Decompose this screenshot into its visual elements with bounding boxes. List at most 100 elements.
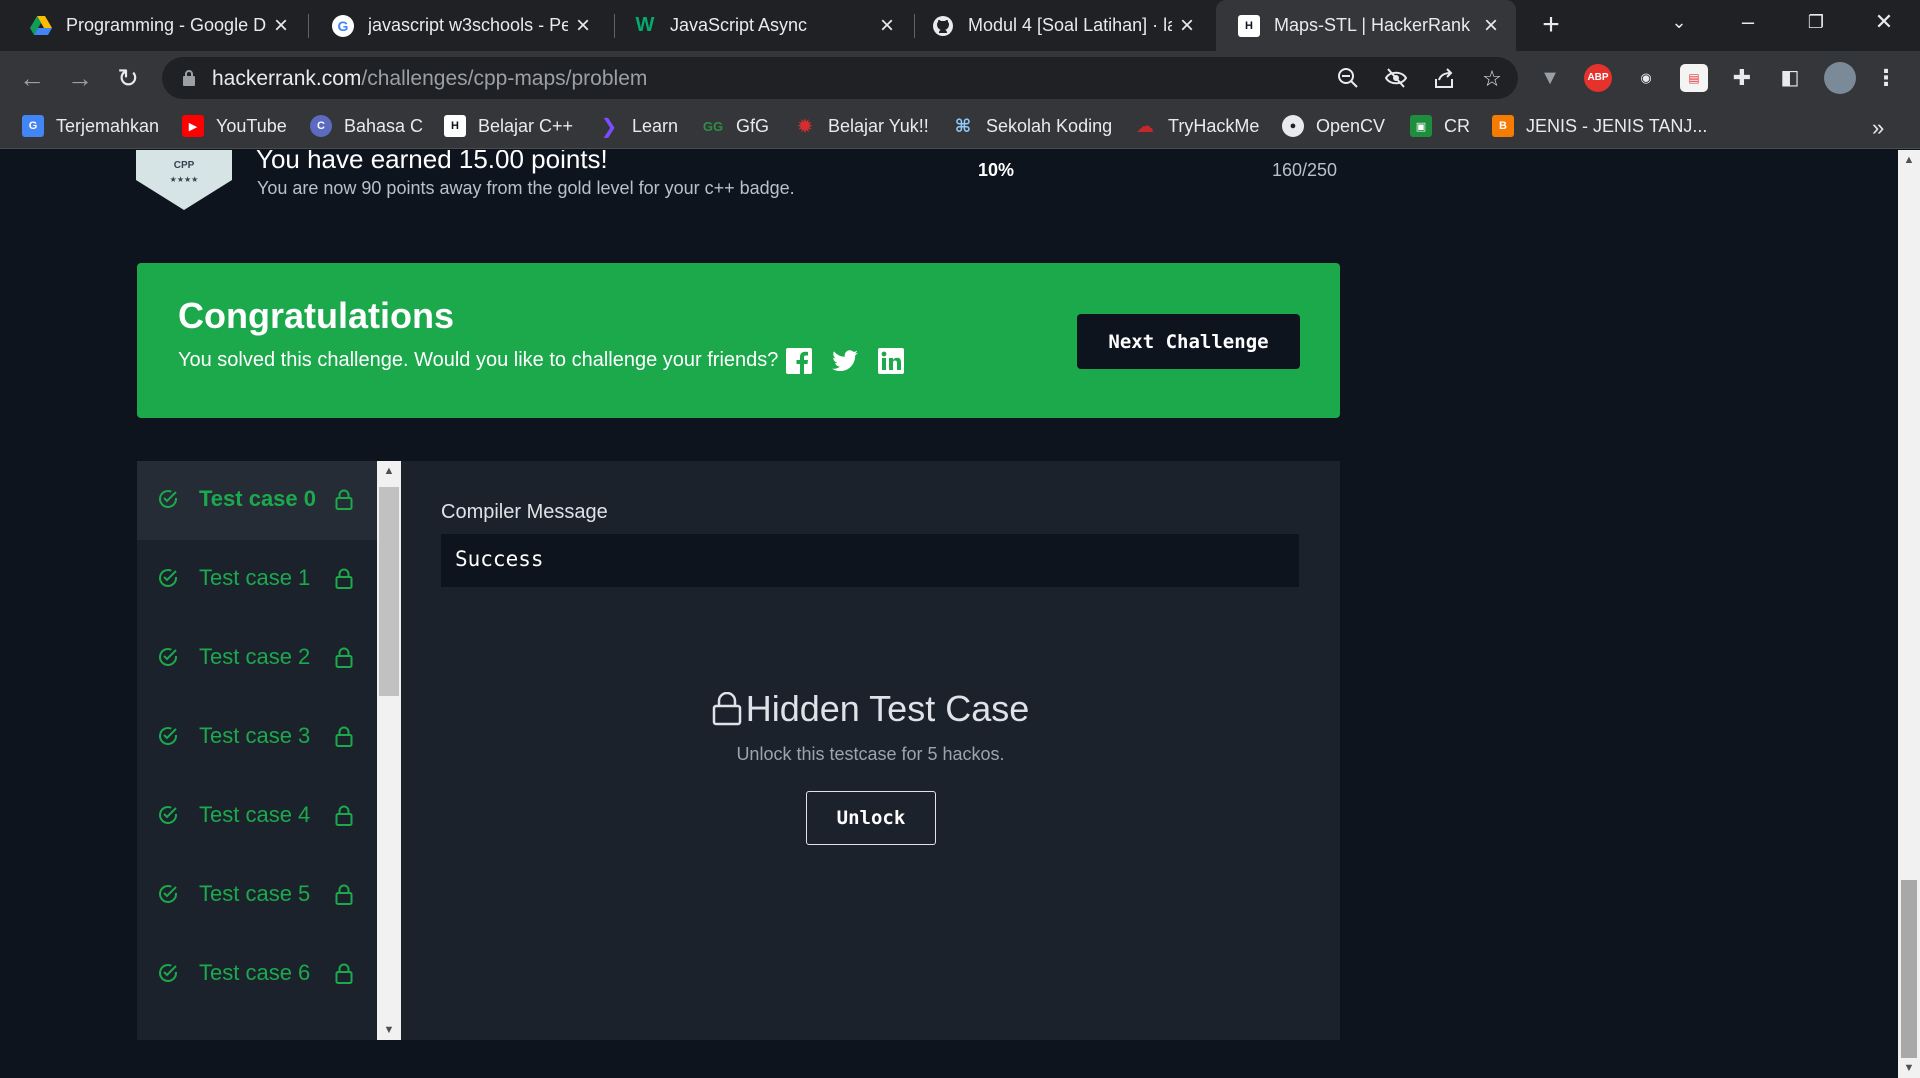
extensions-puzzle-icon[interactable]: ✚ xyxy=(1728,64,1756,92)
tab-title: Modul 4 [Soal Latihan] · latihan xyxy=(968,15,1172,35)
close-tab-icon[interactable]: × xyxy=(1476,13,1506,38)
unlock-description: Unlock this testcase for 5 hackos. xyxy=(736,744,1005,764)
test-case-item[interactable]: Test case 6 xyxy=(137,935,377,1014)
browser-menu-icon[interactable]: ⋮ xyxy=(1872,64,1900,92)
restore-button[interactable]: ❐ xyxy=(1788,0,1844,44)
scrollbar-thumb[interactable] xyxy=(379,487,399,696)
check-circle-icon xyxy=(157,804,179,831)
close-tab-icon[interactable]: × xyxy=(872,13,902,38)
next-challenge-button[interactable]: Next Challenge xyxy=(1077,314,1300,369)
test-case-item[interactable]: Test case 2 xyxy=(137,619,377,698)
test-case-scrollbar[interactable]: ▲ ▼ xyxy=(377,461,401,1040)
browser-tab[interactable]: W JavaScript Async × xyxy=(612,0,912,51)
profile-avatar[interactable] xyxy=(1824,62,1856,94)
share-icon[interactable] xyxy=(1432,67,1456,91)
browser-tab[interactable]: Programming - Google Drive × xyxy=(8,0,306,51)
notes-extension-icon[interactable]: ▤ xyxy=(1680,64,1708,92)
compiler-message-box: Success xyxy=(441,534,1299,587)
bookmark-item[interactable]: ▶ YouTube xyxy=(182,115,287,137)
lock-icon xyxy=(712,692,741,726)
close-tab-icon[interactable]: × xyxy=(1172,13,1202,38)
test-case-list: Test case 0 Test case 1 Test case 2 Test ca… xyxy=(137,461,377,1040)
extension-face-icon[interactable]: ◉ xyxy=(1632,64,1660,92)
points-earned-subtitle: You are now 90 points away from the gold… xyxy=(257,178,795,198)
minimize-button[interactable]: – xyxy=(1720,0,1776,44)
url-text[interactable]: hackerrank.com/challenges/cpp-maps/probl… xyxy=(212,67,647,91)
close-window-button[interactable]: ✕ xyxy=(1856,0,1912,44)
zoom-icon[interactable] xyxy=(1336,67,1360,91)
tracking-eye-icon[interactable] xyxy=(1384,67,1408,91)
badge-label: CPP xyxy=(174,160,195,171)
twitter-icon[interactable] xyxy=(831,347,859,375)
bookmark-item[interactable]: ❯ Learn xyxy=(598,115,678,138)
reload-button[interactable]: ↻ xyxy=(110,60,146,96)
points-earned-title: You have earned 15.00 points! xyxy=(256,150,608,174)
url-host: hackerrank.com xyxy=(212,67,362,90)
bookmark-item[interactable]: H Belajar C++ xyxy=(444,115,573,137)
tryhackme-icon: ☁ xyxy=(1136,115,1154,136)
bookmark-item[interactable]: B JENIS - JENIS TANJ... xyxy=(1492,115,1707,137)
test-case-item[interactable]: Test case 5 xyxy=(137,856,377,935)
check-circle-icon xyxy=(157,488,179,515)
address-bar[interactable]: hackerrank.com/challenges/cpp-maps/probl… xyxy=(162,57,1518,99)
close-tab-icon[interactable]: × xyxy=(568,13,598,38)
lock-icon xyxy=(335,963,353,990)
bookmark-item[interactable]: ▣ CR xyxy=(1410,115,1470,137)
facebook-icon[interactable] xyxy=(785,347,813,375)
vimium-icon[interactable]: ▼ xyxy=(1536,64,1564,92)
test-case-item[interactable]: Test case 1 xyxy=(137,540,377,619)
w3schools-icon: W xyxy=(635,14,655,36)
bookmark-item[interactable]: ✹ Belajar Yuk!! xyxy=(794,115,929,138)
google-icon: G xyxy=(332,14,354,37)
compiler-message-label: Compiler Message xyxy=(441,501,608,523)
bookmark-item[interactable]: C Bahasa C xyxy=(310,115,423,137)
hidden-test-case-text: Hidden Test Case xyxy=(745,688,1030,729)
linkedin-icon[interactable] xyxy=(877,347,905,375)
check-circle-icon xyxy=(157,962,179,989)
bookmark-item[interactable]: G Terjemahkan xyxy=(22,115,159,137)
blogger-icon: B xyxy=(1492,115,1514,137)
hackerrank-icon: H xyxy=(1238,14,1260,37)
unlock-button[interactable]: Unlock xyxy=(806,791,936,845)
learn-icon: ❯ xyxy=(600,115,618,138)
lock-icon xyxy=(335,647,353,674)
new-tab-button[interactable]: + xyxy=(1534,8,1568,42)
tab-title: Maps-STL | HackerRank xyxy=(1274,15,1471,35)
cpp-badge: CPP ★★★★ xyxy=(136,150,232,220)
bookmark-item[interactable]: ☁ TryHackMe xyxy=(1134,115,1259,137)
forward-button[interactable]: → xyxy=(62,60,98,96)
badge-progress-percent: 10% xyxy=(978,160,1015,180)
bookmark-label: TryHackMe xyxy=(1168,115,1260,136)
congratulations-title: Congratulations xyxy=(178,295,454,336)
check-circle-icon xyxy=(157,725,179,752)
close-tab-icon[interactable]: × xyxy=(266,13,296,38)
bookmark-item[interactable]: ⌘ Sekolah Koding xyxy=(952,115,1112,137)
browser-tab[interactable]: G javascript w3schools - Penelusuran Goo… xyxy=(310,0,608,51)
scroll-down-arrow-icon[interactable]: ▼ xyxy=(377,1024,401,1036)
test-case-label: Test case 2 xyxy=(199,644,311,669)
browser-tab[interactable]: Modul 4 [Soal Latihan] · latihan × xyxy=(910,0,1212,51)
scroll-up-arrow-icon[interactable]: ▲ xyxy=(377,465,401,477)
test-case-output-panel: Compiler Message Success Hidden Test Cas… xyxy=(401,461,1340,1040)
tab-search-button[interactable]: ⌄ xyxy=(1651,0,1707,44)
lock-icon xyxy=(335,805,353,832)
more-bookmarks-icon[interactable]: » xyxy=(1872,115,1884,141)
test-case-item[interactable]: Test case 3 xyxy=(137,698,377,777)
scroll-down-arrow-icon[interactable]: ▼ xyxy=(1898,1062,1920,1074)
bookmark-label: Belajar Yuk!! xyxy=(828,115,929,136)
scrollbar-thumb[interactable] xyxy=(1901,880,1917,1058)
bookmark-star-icon[interactable]: ☆ xyxy=(1480,67,1504,91)
lock-icon xyxy=(335,726,353,753)
page-scrollbar[interactable]: ▲ ▼ xyxy=(1898,150,1920,1078)
lock-icon xyxy=(335,489,353,516)
side-panel-icon[interactable]: ◧ xyxy=(1776,64,1804,92)
github-icon: ● xyxy=(1282,115,1304,137)
test-case-item[interactable]: Test case 0 xyxy=(137,461,377,540)
test-case-item[interactable]: Test case 4 xyxy=(137,777,377,856)
browser-tab-active[interactable]: H Maps-STL | HackerRank × xyxy=(1216,0,1516,51)
adblock-plus-icon[interactable]: ABP xyxy=(1584,64,1612,92)
bookmark-item[interactable]: ● OpenCV xyxy=(1282,115,1385,137)
scroll-up-arrow-icon[interactable]: ▲ xyxy=(1898,154,1920,166)
back-button[interactable]: ← xyxy=(14,60,50,96)
bookmark-item[interactable]: GG GfG xyxy=(702,115,769,137)
